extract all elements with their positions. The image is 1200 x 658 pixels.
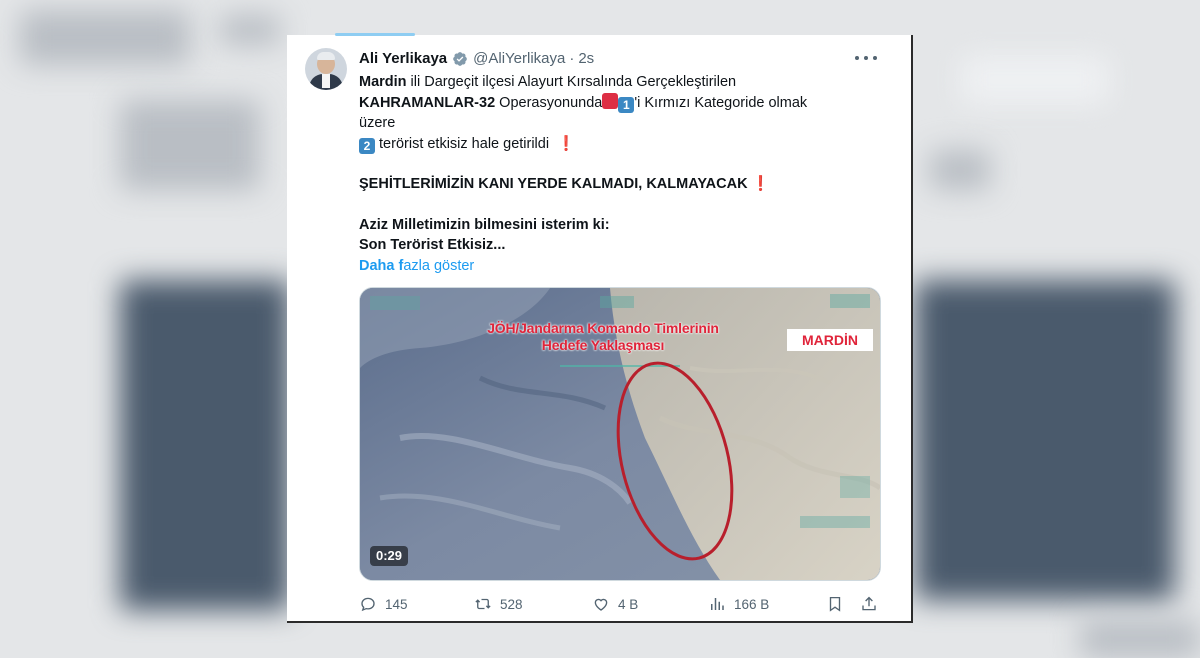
bookmark-icon xyxy=(829,596,841,612)
video-duration: 0:29 xyxy=(370,546,409,566)
tweet-line-7: Son Terörist Etkisiz... xyxy=(359,237,506,253)
operation-name: KAHRAMANLAR-32 xyxy=(359,94,496,111)
bookmark-button[interactable] xyxy=(826,593,844,615)
tweet-card[interactable]: Ali Yerlikaya @AliYerlikaya · 2s Mardin … xyxy=(287,33,913,623)
location-badge: MARDİN xyxy=(787,329,873,351)
keycap-two-emoji: 2 xyxy=(359,137,375,154)
show-more-bold[interactable]: Daha f xyxy=(359,258,403,274)
tweet-actions: 145 528 4 B 166 B xyxy=(359,593,879,615)
exclamation-emoji-2: ❗ xyxy=(751,176,770,192)
tweet-text: Mardin ili Dargeçit ilçesi Alayurt Kırsa… xyxy=(359,72,879,276)
tweet-line-2: KAHRAMANLAR-32 Operasyonunda 1'i Kırmızı … xyxy=(359,92,879,114)
repost-count: 528 xyxy=(500,596,523,612)
more-dots-icon[interactable] xyxy=(855,49,877,67)
tweet-time[interactable]: 2s xyxy=(578,50,594,67)
tweet-header: Ali Yerlikaya @AliYerlikaya · 2s xyxy=(359,50,594,67)
views-button[interactable]: 166 B xyxy=(708,593,769,615)
red-square-emoji xyxy=(602,92,619,109)
author-name[interactable]: Ali Yerlikaya xyxy=(359,50,447,67)
video-player[interactable]: JÖH/Jandarma Komando Timlerinin Hedefe Y… xyxy=(359,287,881,581)
reply-icon xyxy=(361,597,375,612)
repost-button[interactable]: 528 xyxy=(474,593,523,615)
tweet-line-6: Aziz Milletimizin bilmesini isterim ki: xyxy=(359,216,610,233)
keycap-one-emoji: 1 xyxy=(618,96,635,113)
avatar[interactable] xyxy=(305,48,347,90)
show-more-link[interactable]: Daha fazla göster xyxy=(359,256,879,277)
tweet-line-4: 2 terörist etkisiz hale getirildi ❗ xyxy=(359,134,879,155)
verified-badge-icon[interactable] xyxy=(452,51,468,67)
overlay-line-2: Hedefe Yaklaşması xyxy=(541,337,665,353)
share-icon xyxy=(862,596,876,611)
show-more-rest[interactable]: azla göster xyxy=(403,258,474,274)
exclamation-emoji: ❗ xyxy=(557,135,576,152)
tweet-line-1: Mardin ili Dargeçit ilçesi Alayurt Kırsa… xyxy=(359,72,879,93)
line2-text: Operasyonunda xyxy=(495,94,603,111)
tweet-line-3: üzere xyxy=(359,115,396,131)
overlay-line-1: JÖH/Jandarma Komando Timlerinin xyxy=(487,320,719,336)
line1-text: ili Dargeçit ilçesi Alayurt Kırsalında G… xyxy=(406,74,737,90)
reply-count: 145 xyxy=(385,596,408,612)
heart-icon xyxy=(594,598,608,611)
reply-button[interactable]: 145 xyxy=(359,593,408,615)
like-count: 4 B xyxy=(618,596,639,612)
line5-text: ŞEHİTLERİMİZİN KANI YERDE KALMADI, KALMA… xyxy=(359,176,748,192)
views-count: 166 B xyxy=(734,596,770,612)
repost-icon xyxy=(475,598,491,610)
card-top-accent xyxy=(335,33,415,36)
separator-dot: · xyxy=(569,50,575,67)
share-button[interactable] xyxy=(860,593,878,615)
video-overlay-title: JÖH/Jandarma Komando Timlerinin Hedefe Y… xyxy=(468,320,738,354)
location-bold: Mardin xyxy=(359,74,407,90)
line2-tail: 'i Kırmızı Kategoride olmak xyxy=(634,94,808,111)
views-icon xyxy=(711,598,724,610)
like-button[interactable]: 4 B xyxy=(592,593,638,615)
line4-text: terörist etkisiz hale getirildi xyxy=(375,135,550,152)
tweet-line-5: ŞEHİTLERİMİZİN KANI YERDE KALMADI, KALMA… xyxy=(359,174,879,195)
author-handle[interactable]: @AliYerlikaya xyxy=(473,50,565,67)
